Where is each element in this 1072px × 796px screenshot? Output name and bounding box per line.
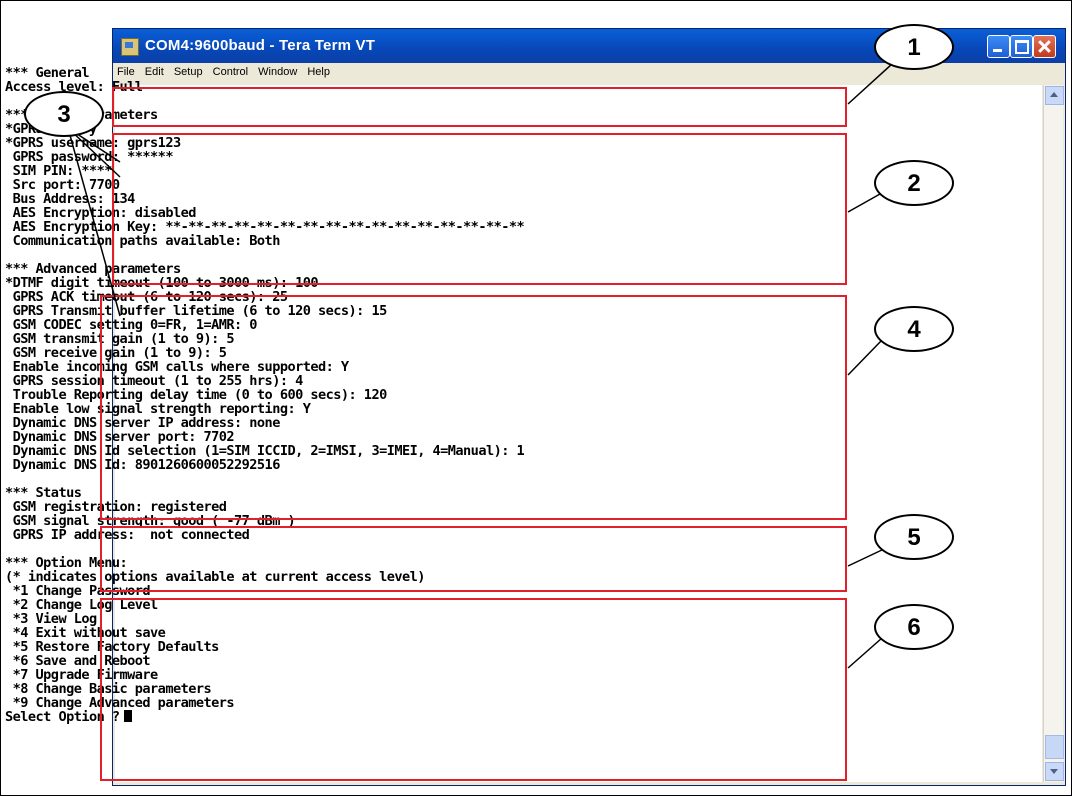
leader-line-5: [847, 548, 885, 567]
leader-line-2: [847, 193, 881, 213]
callout-4: 4: [874, 306, 954, 352]
callout-3: 3: [24, 91, 104, 137]
leader-line-1: [847, 63, 893, 105]
callout-6: 6: [874, 604, 954, 650]
leader-line-6: [847, 637, 883, 669]
callout-2: 2: [874, 160, 954, 206]
callout-1: 1: [874, 24, 954, 70]
leader-line-4: [847, 339, 883, 376]
callout-leader-lines: [67, 63, 893, 669]
callout-5: 5: [874, 514, 954, 560]
